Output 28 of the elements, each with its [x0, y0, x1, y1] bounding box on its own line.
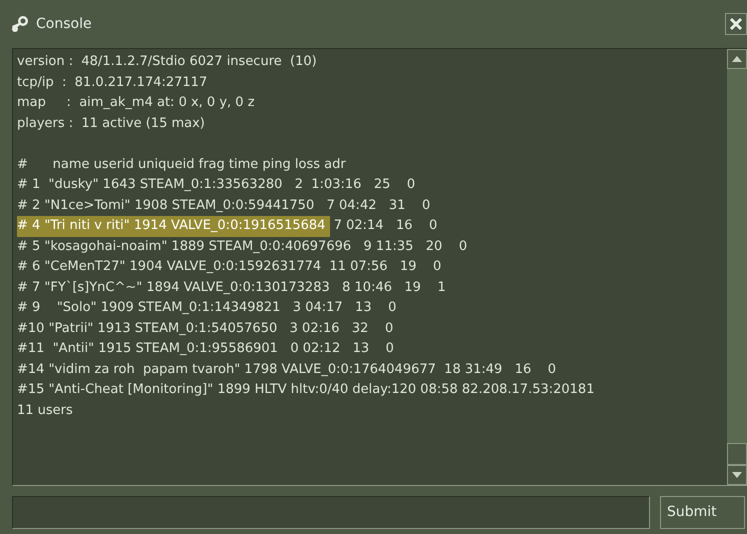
console-line: 11 users — [17, 402, 73, 420]
close-icon — [729, 17, 743, 31]
console-line: #15 "Anti-Cheat [Monitoring]" 1899 HLTV hltv:0/40 delay:120 08:58 82.208.17.53:20181 — [17, 381, 594, 399]
scroll-down-button[interactable] — [727, 465, 747, 485]
command-input[interactable] — [12, 496, 650, 529]
console-line: #14 "vidim za roh papam tvaroh" 1798 VALVE_0:0:1764049677 18 31:49 16 0 — [17, 360, 556, 378]
scroll-thumb[interactable] — [727, 443, 747, 465]
scrollbar[interactable] — [727, 49, 747, 485]
console-line: # 2 "N1ce>Tomi" 1908 STEAM_0:0:59441750 7 04:42 31 0 — [17, 196, 430, 214]
up-arrow-icon — [732, 56, 742, 62]
console-line: # name userid uniqueid frag time ping loss adr — [17, 156, 346, 174]
down-arrow-icon — [732, 472, 742, 478]
console-line: tcp/ip : 81.0.217.174:27117 — [17, 74, 208, 92]
console-line: players : 11 active (15 max) — [17, 114, 205, 132]
submit-button[interactable]: Submit — [660, 496, 745, 529]
console-line: # 9 "Solo" 1909 STEAM_0:1:14349821 3 04:17 13 0 — [17, 299, 396, 317]
console-line: # 6 "CeMenT27" 1904 VALVE_0:0:1592631774 11 07:56 19 0 — [17, 258, 442, 276]
console-line: map : aim_ak_m4 at: 0 x, 0 y, 0 z — [17, 94, 255, 112]
console-line: # 7 "FY`[s]YnC^~" 1894 VALVE_0:0:130173283 8 10:46 19 1 — [17, 278, 446, 296]
console-line: # 1 "dusky" 1643 STEAM_0:1:33563280 2 1:03:16 25 0 — [17, 176, 416, 194]
console-line: #11 "Antii" 1915 STEAM_0:1:95586901 0 02:12 13 0 — [17, 340, 394, 358]
console-line: version : 48/1.1.2.7/Stdio 6027 insecure (10) — [17, 53, 317, 71]
console-line: #10 "Patrii" 1913 STEAM_0:1:54057650 3 02:16 32 0 — [17, 320, 394, 338]
close-button[interactable] — [725, 13, 747, 35]
window-title: Console — [36, 14, 92, 34]
console-line: # 5 "kosagohai-noaim" 1889 STEAM_0:0:40697696 9 11:35 20 0 — [17, 238, 468, 256]
console-line: 7 02:14 16 0 — [332, 217, 438, 235]
scroll-up-button[interactable] — [727, 49, 747, 69]
